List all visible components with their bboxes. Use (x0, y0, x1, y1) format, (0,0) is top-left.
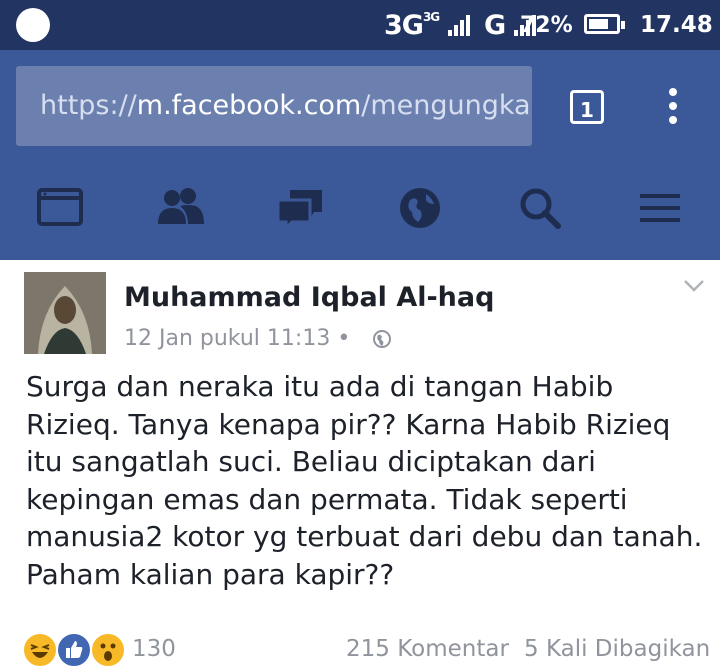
post-date[interactable]: 12 Jan pukul 11:13 (124, 326, 330, 351)
shares-count[interactable]: 5 Kali Dibagikan (524, 636, 710, 662)
battery-fill (589, 19, 608, 29)
chevron-down-icon[interactable] (684, 278, 704, 292)
signal-icon (447, 12, 476, 36)
network-indicator: 3G3G G (384, 10, 542, 41)
url-text[interactable]: https://m.facebook.com/mengungka (40, 90, 531, 121)
post-text: Surga dan neraka itu ada di tangan Habib… (26, 370, 703, 591)
facebook-nav-bar (0, 160, 720, 260)
friends-icon[interactable] (150, 178, 210, 238)
comments-count[interactable]: 215 Komentar (346, 636, 509, 662)
meta-separator: • (337, 326, 351, 351)
battery-icon (584, 14, 625, 34)
wow-icon (90, 632, 126, 668)
post-meta: 12 Jan pukul 11:13 • (124, 326, 350, 351)
browser-menu-button[interactable] (664, 88, 682, 128)
haha-icon (22, 632, 58, 668)
url-host: m.facebook.com (136, 90, 362, 121)
status-bar: 3G3G G 72% 17.48 (0, 0, 720, 50)
avatar[interactable] (24, 272, 106, 354)
news-feed-icon[interactable] (30, 178, 90, 238)
url-scheme: https:// (40, 90, 137, 121)
like-icon (56, 632, 92, 668)
post-card: Muhammad Iqbal Al-haq 12 Jan pukul 11:13… (0, 260, 720, 670)
url-path: /mengungka (361, 90, 531, 121)
url-bar[interactable]: https://m.facebook.com/mengungka (16, 66, 532, 146)
search-icon[interactable] (510, 178, 570, 238)
tab-switcher-button[interactable]: 1 (570, 90, 604, 124)
network-type: 3G (384, 10, 424, 41)
notification-icon (16, 8, 50, 42)
author-name[interactable]: Muhammad Iqbal Al-haq (124, 282, 494, 313)
globe-icon (372, 329, 392, 349)
messages-icon[interactable] (270, 178, 330, 238)
carrier-label: G (483, 10, 506, 41)
battery-percent: 72% (520, 13, 573, 38)
menu-icon[interactable] (630, 178, 690, 238)
reaction-count[interactable]: 130 (132, 636, 176, 662)
network-type-small: 3G (422, 10, 440, 24)
clock: 17.48 (640, 12, 713, 38)
notifications-globe-icon[interactable] (390, 178, 450, 238)
browser-toolbar: https://m.facebook.com/mengungka 1 (0, 50, 720, 160)
